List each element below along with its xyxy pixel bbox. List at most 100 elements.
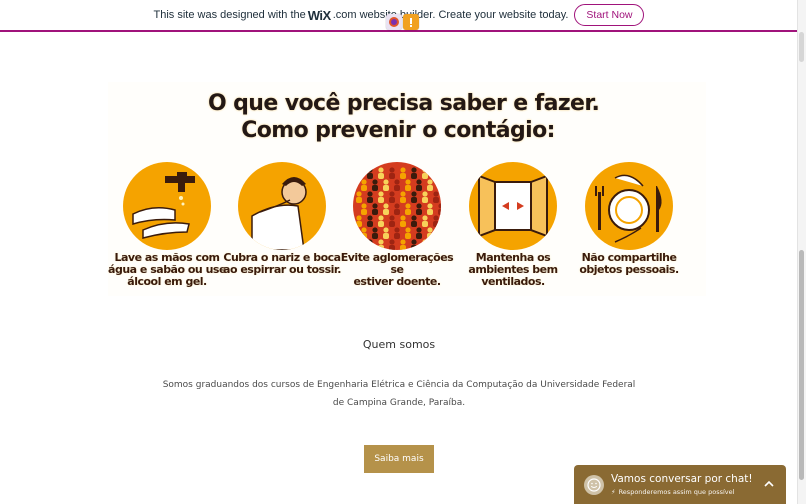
crowd-person-head xyxy=(383,203,389,209)
caption-line: Evite aglomerações se xyxy=(340,251,454,276)
crowd-person-head xyxy=(405,203,411,209)
crowd-person-body xyxy=(372,233,378,239)
infographic-title-line2: Como prevenir o contágio: xyxy=(241,118,555,143)
crowd-person-body xyxy=(405,233,411,239)
crowd-person-head xyxy=(411,191,417,197)
crowd-person-head xyxy=(438,179,441,185)
crowd-person-head xyxy=(394,179,400,185)
tip-caption: Lave as mãos com água e sabão ou use álc… xyxy=(108,252,226,288)
crowd-person-head xyxy=(405,179,411,185)
crowd-person-body xyxy=(356,173,362,179)
crowd-person-head xyxy=(427,179,433,185)
crowd-person-body xyxy=(400,197,406,203)
crowd-person-body xyxy=(433,197,439,203)
chat-widget[interactable]: Vamos conversar por chat! ⚡ Responderemos… xyxy=(574,465,786,504)
scrollbar-track-top xyxy=(799,32,804,62)
crowd-person-head xyxy=(389,215,395,221)
crowd-person-body xyxy=(422,173,428,179)
crowd-person-head xyxy=(427,203,433,209)
crowd-person-body xyxy=(416,185,422,191)
crowd-person-head xyxy=(411,215,417,221)
crowd-person-body xyxy=(361,233,367,239)
tip-caption: Cubra o nariz e boca ao espirrar ou toss… xyxy=(223,252,341,276)
crowd-person-body xyxy=(427,233,433,239)
crowd-person-head xyxy=(389,167,395,173)
crowd-person-head xyxy=(400,239,406,245)
caption-line: estiver doente. xyxy=(353,275,441,288)
crowd-person-body xyxy=(400,173,406,179)
crowd-person-body xyxy=(383,185,389,191)
tip-avoid-crowds: Evite aglomerações se estiver doente. xyxy=(338,162,456,288)
crowd-icon xyxy=(353,162,441,250)
crowd-person-head xyxy=(422,167,428,173)
crowd-person-head xyxy=(356,167,362,173)
chevron-up-icon[interactable] xyxy=(762,477,776,491)
crowd-person-head xyxy=(378,191,384,197)
crowd-person-body xyxy=(427,185,433,191)
about-heading: Quem somos xyxy=(362,338,436,351)
crowd-person-body xyxy=(383,233,389,239)
crowd-person-head xyxy=(378,167,384,173)
crowd-person-head xyxy=(372,203,378,209)
crowd-person-head xyxy=(383,179,389,185)
open-window-icon xyxy=(469,162,557,250)
crowd-person-body xyxy=(433,173,439,179)
crowd-person-head xyxy=(361,227,367,233)
crowd-person-body xyxy=(400,221,406,227)
crowd-person-head xyxy=(422,191,428,197)
tip-caption: Mantenha os ambientes bem ventilados. xyxy=(454,252,572,288)
page-scrollbar[interactable] xyxy=(797,0,806,504)
alert-extension-icon[interactable] xyxy=(403,14,419,30)
crowd-person-head xyxy=(416,227,422,233)
crowd-person-head xyxy=(367,191,373,197)
crowd-person-head xyxy=(416,179,422,185)
crowd-person-body xyxy=(361,185,367,191)
crowd-person-head xyxy=(433,191,439,197)
start-now-button[interactable]: Start Now xyxy=(574,4,645,26)
crowd-person-body xyxy=(372,185,378,191)
cover-cough-icon xyxy=(238,162,326,250)
crowd-person-body xyxy=(433,245,439,250)
crowd-person-head xyxy=(367,167,373,173)
crowd-person-head xyxy=(389,239,395,245)
tip-caption: Evite aglomerações se estiver doente. xyxy=(338,252,456,288)
crowd-person-head xyxy=(416,203,422,209)
crowd-person-head xyxy=(433,167,439,173)
plate-cutlery-icon xyxy=(585,162,673,250)
crowd-person-head xyxy=(372,227,378,233)
crowd-person-body xyxy=(422,245,428,250)
caption-line: álcool em gel. xyxy=(127,275,207,288)
crowd-person-body xyxy=(378,197,384,203)
crowd-person-body xyxy=(367,245,373,250)
crowd-person-head xyxy=(411,167,417,173)
crowd-person-head xyxy=(378,239,384,245)
crowd-person-body xyxy=(416,233,422,239)
browser-extension-icons xyxy=(386,14,419,30)
tip-dont-share: Não compartilhe objetos pessoais. xyxy=(570,162,688,276)
saiba-mais-button[interactable]: Saiba mais xyxy=(364,445,434,473)
infographic-title-line1: O que você precisa saber e fazer. xyxy=(208,91,600,116)
crowd-person-body xyxy=(394,185,400,191)
crowd-person-body xyxy=(405,209,411,215)
crowd-person-body xyxy=(438,209,441,215)
lightning-icon: ⚡ xyxy=(611,488,616,496)
crowd-person-head xyxy=(356,215,362,221)
tip-cover-cough: Cubra o nariz e boca ao espirrar ou toss… xyxy=(223,162,341,276)
crowd-person-body xyxy=(356,197,362,203)
wix-logo[interactable]: WiX xyxy=(308,8,331,23)
crowd-person-body xyxy=(383,209,389,215)
firefox-extension-icon[interactable] xyxy=(386,14,402,30)
crowd-person-body xyxy=(378,173,384,179)
infographic-title: O que você precisa saber e fazer. Como p… xyxy=(208,90,600,144)
caption-line: ao espirrar ou tossir. xyxy=(223,263,341,276)
crowd-person-body xyxy=(372,209,378,215)
crowd-person-body xyxy=(389,245,395,250)
chat-subtitle-text: Responderemos assim que possível xyxy=(618,488,735,496)
scrollbar-thumb[interactable] xyxy=(799,250,804,480)
crowd-person-head xyxy=(438,203,441,209)
crowd-person-head xyxy=(400,167,406,173)
crowd-person-head xyxy=(361,179,367,185)
crowd-person-head xyxy=(427,227,433,233)
crowd-person-body xyxy=(367,221,373,227)
crowd-person-head xyxy=(383,227,389,233)
